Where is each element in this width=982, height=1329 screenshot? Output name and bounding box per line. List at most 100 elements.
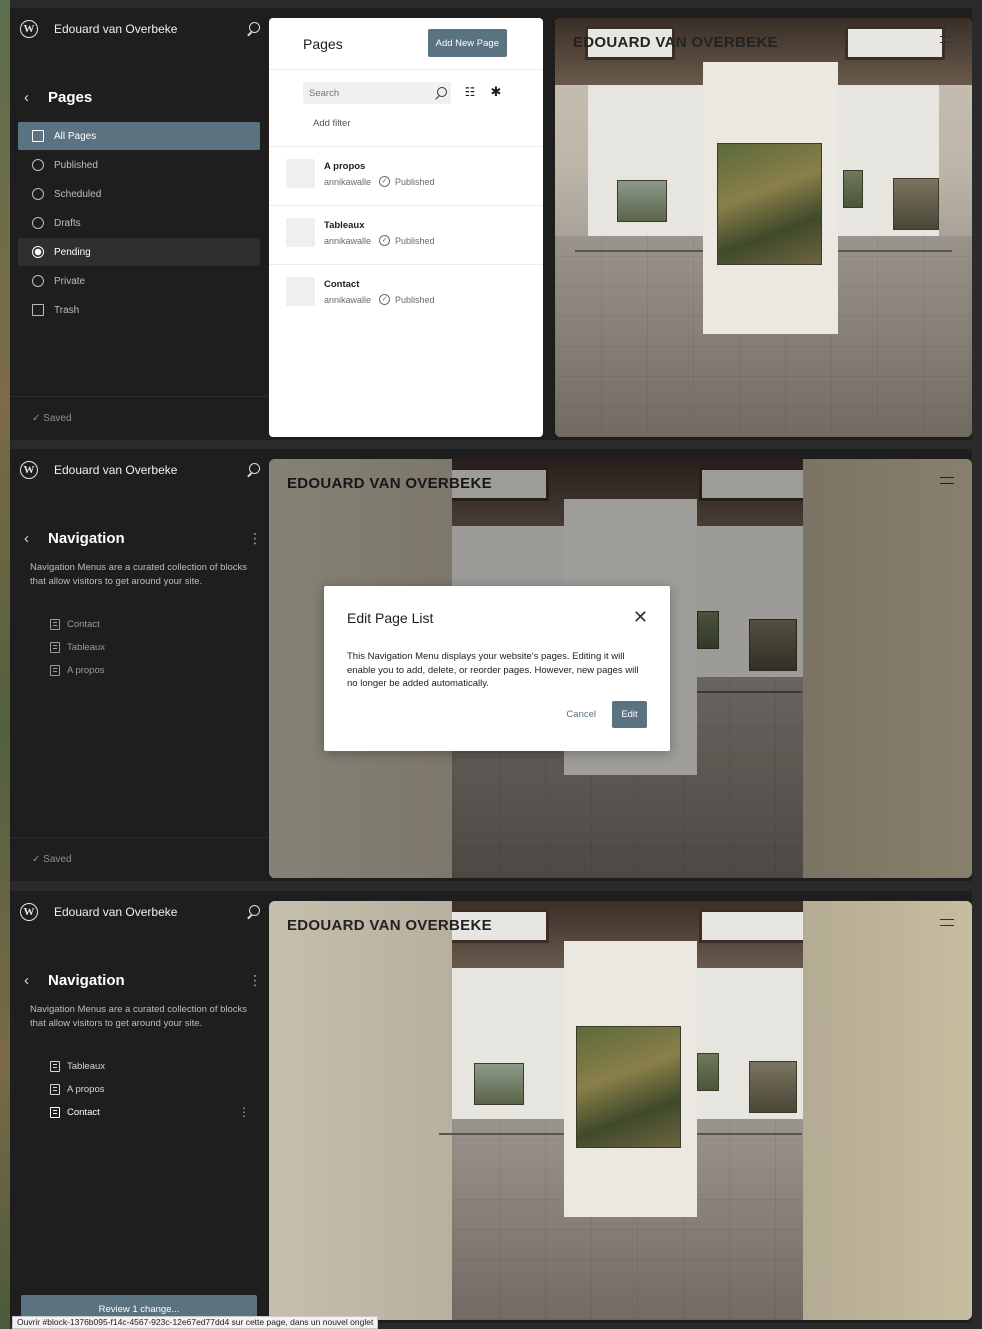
menu-item-label: Drafts xyxy=(54,217,81,229)
page-icon xyxy=(50,1084,60,1095)
wordpress-logo-icon[interactable]: W xyxy=(20,20,38,38)
nav-item-label: A propos xyxy=(67,665,105,676)
menu-item-label: Published xyxy=(54,159,98,171)
page-title[interactable]: A propos xyxy=(324,161,365,172)
menu-item-pending[interactable]: Pending xyxy=(18,238,260,266)
painting-left xyxy=(474,1063,524,1105)
painting-left xyxy=(617,180,667,222)
menu-item-label: Private xyxy=(54,275,86,287)
published-icon xyxy=(32,159,44,171)
site-name[interactable]: Edouard van Overbeke xyxy=(54,22,246,36)
site-preview[interactable]: EDOUARD VAN OVERBEKE xyxy=(555,18,972,437)
back-chevron-icon[interactable]: ‹ xyxy=(24,530,34,547)
more-options-icon[interactable]: ⋮ xyxy=(248,973,262,987)
cancel-button[interactable]: Cancel xyxy=(566,709,596,720)
site-header: W Edouard van Overbeke xyxy=(20,901,260,923)
pages-list-panel: Pages Add New Page ☷ ✱ Add filter A prop… xyxy=(269,18,543,437)
scheduled-icon xyxy=(32,188,44,200)
site-name[interactable]: Edouard van Overbeke xyxy=(54,463,246,477)
page-icon xyxy=(50,1107,60,1118)
navigation-description: Navigation Menus are a curated collectio… xyxy=(30,1004,248,1029)
search-icon[interactable] xyxy=(246,905,260,919)
navigation-description: Navigation Menus are a curated collectio… xyxy=(30,562,248,587)
hamburger-menu-icon[interactable] xyxy=(940,36,954,43)
site-preview[interactable]: EDOUARD VAN OVERBEKE xyxy=(269,901,972,1320)
page-icon xyxy=(50,1061,60,1072)
nav-item-contact[interactable]: Contact xyxy=(50,613,250,636)
table-row[interactable]: A propos annikawalle ✓ Published xyxy=(269,146,543,205)
site-editor-navigation-view: W Edouard van Overbeke ‹ Navigation ⋮ Na… xyxy=(10,891,972,1323)
desktop-background-strip xyxy=(0,0,10,1329)
menu-item-published[interactable]: Published xyxy=(18,151,260,179)
page-meta: annikawalle ✓ Published xyxy=(324,294,435,305)
nav-item-label: Contact xyxy=(67,1107,100,1118)
section-header: ‹ Pages xyxy=(24,86,258,108)
close-icon[interactable]: ✕ xyxy=(633,608,648,626)
menu-item-private[interactable]: Private xyxy=(18,267,260,295)
nav-item-a-propos[interactable]: A propos xyxy=(50,1078,250,1101)
page-status: Published xyxy=(395,176,435,187)
search-input[interactable] xyxy=(303,82,451,104)
menu-item-scheduled[interactable]: Scheduled xyxy=(18,180,260,208)
page-title[interactable]: Tableaux xyxy=(324,220,364,231)
more-options-icon[interactable]: ⋮ xyxy=(238,1105,250,1119)
published-check-icon: ✓ xyxy=(379,235,391,246)
section-title: Navigation xyxy=(48,529,125,547)
nav-item-contact[interactable]: Contact ⋮ xyxy=(50,1101,250,1124)
site-header: W Edouard van Overbeke xyxy=(20,459,260,481)
gear-icon[interactable]: ✱ xyxy=(489,85,503,99)
gallery-left-wall xyxy=(269,901,452,1320)
pending-icon xyxy=(32,246,44,258)
search-icon[interactable] xyxy=(246,463,260,477)
editor-sidebar: W Edouard van Overbeke ‹ Pages All Pages… xyxy=(10,8,268,440)
add-filter-button[interactable]: Add filter xyxy=(313,118,351,129)
navigation-item-list: Tableaux A propos Contact ⋮ xyxy=(50,1055,250,1124)
painting-central xyxy=(576,1026,681,1148)
page-status: Published xyxy=(395,294,435,305)
nav-item-label: Tableaux xyxy=(67,1061,106,1072)
page-thumbnail xyxy=(286,218,315,247)
hamburger-menu-icon[interactable] xyxy=(940,919,954,926)
more-options-icon[interactable]: ⋮ xyxy=(248,531,262,545)
menu-item-label: Trash xyxy=(54,304,80,316)
painting-far-right xyxy=(843,170,863,208)
preview-site-title[interactable]: EDOUARD VAN OVERBEKE xyxy=(573,34,778,51)
skylight xyxy=(699,909,809,943)
page-meta: annikawalle ✓ Published xyxy=(324,176,435,187)
back-chevron-icon[interactable]: ‹ xyxy=(24,89,34,106)
table-row[interactable]: Contact annikawalle ✓ Published xyxy=(269,264,543,323)
table-row[interactable]: Tableaux annikawalle ✓ Published xyxy=(269,205,543,264)
nav-item-label: Tableaux xyxy=(67,642,106,653)
wordpress-logo-icon[interactable]: W xyxy=(20,461,38,479)
list-view-icon[interactable]: ☷ xyxy=(463,85,477,99)
menu-item-all-pages[interactable]: All Pages xyxy=(18,122,260,150)
nav-item-tableaux[interactable]: Tableaux xyxy=(50,636,250,659)
skylight xyxy=(845,26,945,60)
search-icon[interactable] xyxy=(246,22,260,36)
menu-item-label: Scheduled xyxy=(54,188,102,200)
back-chevron-icon[interactable]: ‹ xyxy=(24,972,34,989)
pages-filter-menu: All Pages Published Scheduled Drafts Pen… xyxy=(18,122,260,325)
section-title: Pages xyxy=(48,88,93,106)
nav-item-label: Contact xyxy=(67,619,100,630)
navigation-item-list: Contact Tableaux A propos xyxy=(50,613,250,682)
page-author: annikawalle xyxy=(324,235,372,246)
page-status: Published xyxy=(395,235,435,246)
site-header: W Edouard van Overbeke xyxy=(20,18,260,40)
painting-right xyxy=(893,178,939,230)
pages-panel-title: Pages xyxy=(303,36,343,52)
wordpress-logo-icon[interactable]: W xyxy=(20,903,38,921)
nav-item-tableaux[interactable]: Tableaux xyxy=(50,1055,250,1078)
menu-item-drafts[interactable]: Drafts xyxy=(18,209,260,237)
add-new-page-button[interactable]: Add New Page xyxy=(427,29,507,57)
trash-icon xyxy=(32,304,44,316)
nav-item-a-propos[interactable]: A propos xyxy=(50,659,250,682)
menu-item-trash[interactable]: Trash xyxy=(18,296,260,324)
editor-sidebar: W Edouard van Overbeke ‹ Navigation ⋮ Na… xyxy=(10,891,268,1323)
painting-central xyxy=(717,143,822,265)
page-title[interactable]: Contact xyxy=(324,279,359,290)
site-name[interactable]: Edouard van Overbeke xyxy=(54,905,246,919)
page-meta: annikawalle ✓ Published xyxy=(324,235,435,246)
preview-site-title[interactable]: EDOUARD VAN OVERBEKE xyxy=(287,917,492,934)
edit-button[interactable]: Edit xyxy=(612,701,647,728)
